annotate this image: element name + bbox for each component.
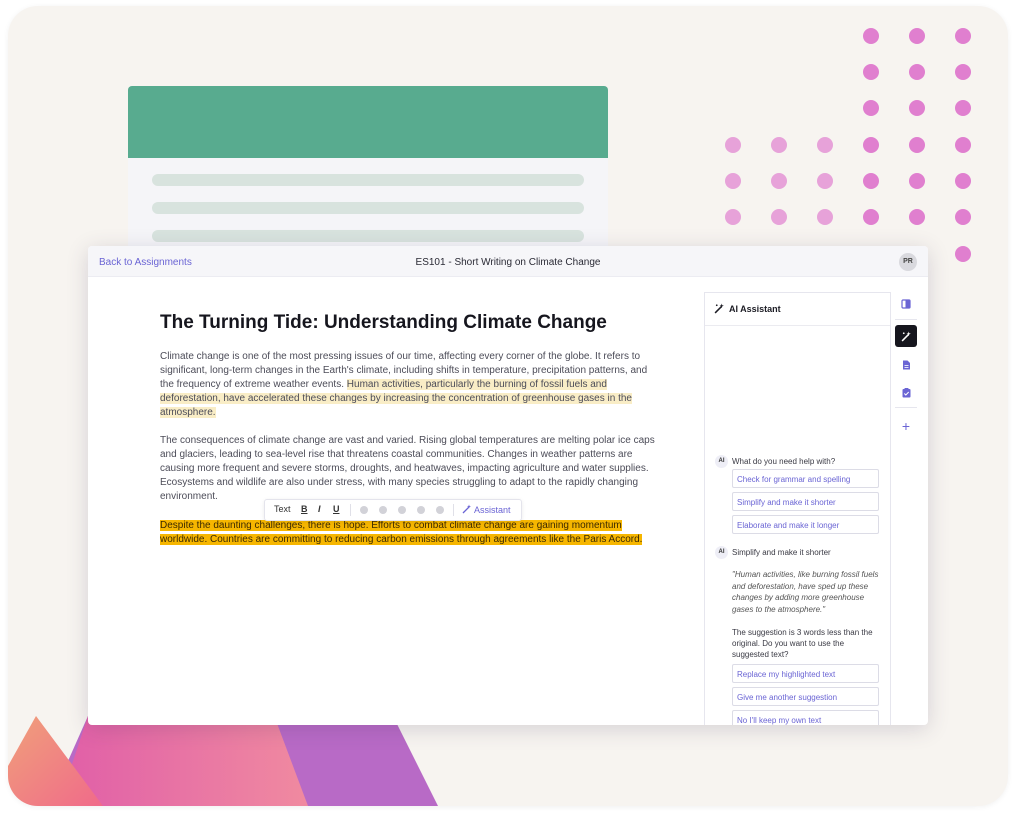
- decorative-dot: [725, 137, 741, 153]
- color-swatch[interactable]: [417, 506, 425, 514]
- decorative-dot: [955, 137, 971, 153]
- decorative-dot: [817, 137, 833, 153]
- background-canvas: ES101 - Short Writing on Climate Change …: [8, 6, 1008, 806]
- decorative-dot: [955, 209, 971, 225]
- ai-prompt-message: What do you need help with?: [732, 457, 836, 466]
- option-longer-button[interactable]: Elaborate and make it longer: [732, 515, 879, 534]
- ai-panel-title: AI Assistant: [729, 304, 781, 314]
- rail-divider: [895, 319, 917, 320]
- clipboard-check-icon: [902, 388, 910, 398]
- placeholder-line: [152, 174, 584, 186]
- option-grammar-button[interactable]: Check for grammar and spelling: [732, 469, 879, 488]
- right-tool-rail: +: [893, 292, 919, 725]
- underline-button[interactable]: U: [333, 504, 340, 514]
- ai-suggestion-note: The suggestion is 3 words less than the …: [732, 628, 873, 659]
- add-tool-button[interactable]: +: [895, 415, 917, 437]
- replace-text-button[interactable]: Replace my highlighted text: [732, 664, 879, 683]
- decorative-dot: [771, 137, 787, 153]
- another-suggestion-button[interactable]: Give me another suggestion: [732, 687, 879, 706]
- ai-panel-header: AI Assistant: [705, 293, 890, 326]
- formatting-toolbar: Text B I U Assistant: [264, 499, 522, 521]
- user-avatar[interactable]: PR: [899, 253, 917, 271]
- top-bar: ES101 - Short Writing on Climate Change …: [88, 246, 928, 277]
- assistant-button[interactable]: Assistant: [462, 504, 511, 515]
- decorative-dot: [955, 173, 971, 189]
- decorative-dot: [863, 173, 879, 189]
- toolbar-divider: [453, 504, 454, 516]
- bold-button[interactable]: B: [301, 504, 308, 514]
- decorative-dot: [771, 209, 787, 225]
- ai-badge: AI: [715, 546, 728, 559]
- decorative-dot: [863, 137, 879, 153]
- decorative-dot: [909, 173, 925, 189]
- color-swatch[interactable]: [360, 506, 368, 514]
- card-header-band: [128, 86, 608, 158]
- decorative-dot: [863, 28, 879, 44]
- decorative-dot: [955, 100, 971, 116]
- checklist-rail-button[interactable]: [895, 382, 917, 404]
- keep-own-text-button[interactable]: No I'll keep my own text: [732, 710, 879, 725]
- user-choice-message: Simplify and make it shorter: [732, 548, 831, 557]
- essay-paragraph-3[interactable]: Despite the daunting challenges, there i…: [160, 519, 660, 547]
- placeholder-line: [152, 202, 584, 214]
- decorative-dot: [909, 28, 925, 44]
- essay-title[interactable]: The Turning Tide: Understanding Climate …: [160, 312, 660, 334]
- placeholder-line: [152, 230, 584, 242]
- assistant-label: Assistant: [474, 505, 511, 515]
- magic-wand-icon: [462, 504, 471, 514]
- decorative-dot: [909, 64, 925, 80]
- plus-icon: +: [901, 418, 911, 434]
- decorative-dot: [863, 100, 879, 116]
- decorative-dot: [955, 246, 971, 262]
- decorative-dot: [863, 209, 879, 225]
- ai-assistant-panel: AI Assistant AI What do you need help wi…: [704, 292, 891, 725]
- decorative-dot: [817, 173, 833, 189]
- color-swatch[interactable]: [379, 506, 387, 514]
- italic-button[interactable]: I: [318, 504, 321, 514]
- editor-window: ES101 - Short Writing on Climate Change …: [88, 246, 928, 725]
- decorative-dot: [909, 209, 925, 225]
- color-swatch[interactable]: [436, 506, 444, 514]
- background-assignment-card: [128, 86, 608, 256]
- back-to-assignments-link[interactable]: Back to Assignments: [99, 257, 192, 268]
- decorative-dot: [725, 173, 741, 189]
- decorative-dot: [771, 173, 787, 189]
- magic-wand-icon: [714, 303, 724, 314]
- rail-divider: [895, 407, 917, 408]
- essay-editor[interactable]: The Turning Tide: Understanding Climate …: [160, 312, 660, 518]
- panel-toggle-button[interactable]: [895, 293, 917, 315]
- essay-paragraph-2[interactable]: The consequences of climate change are v…: [160, 434, 660, 504]
- ai-suggestion-text: "Human activities, like burning fossil f…: [732, 570, 879, 614]
- magic-wand-icon: [901, 331, 911, 341]
- document-rail-button[interactable]: [895, 354, 917, 376]
- ai-assistant-rail-button[interactable]: [895, 325, 917, 347]
- decorative-dot: [909, 137, 925, 153]
- text-style-button[interactable]: Text: [274, 504, 291, 514]
- decorative-dot: [909, 100, 925, 116]
- color-swatch[interactable]: [398, 506, 406, 514]
- essay-paragraph-1[interactable]: Climate change is one of the most pressi…: [160, 350, 660, 420]
- option-shorter-button[interactable]: Simplify and make it shorter: [732, 492, 879, 511]
- toolbar-divider: [350, 504, 351, 516]
- selected-text[interactable]: Despite the daunting challenges, there i…: [160, 520, 643, 545]
- document-icon: [902, 360, 910, 370]
- assignment-title: ES101 - Short Writing on Climate Change: [415, 257, 601, 268]
- decorative-dot: [817, 209, 833, 225]
- decorative-dot: [863, 64, 879, 80]
- decorative-dot: [955, 28, 971, 44]
- panel-icon: [901, 299, 911, 309]
- decorative-dot: [725, 209, 741, 225]
- ai-badge: AI: [715, 455, 728, 468]
- decorative-dot: [955, 64, 971, 80]
